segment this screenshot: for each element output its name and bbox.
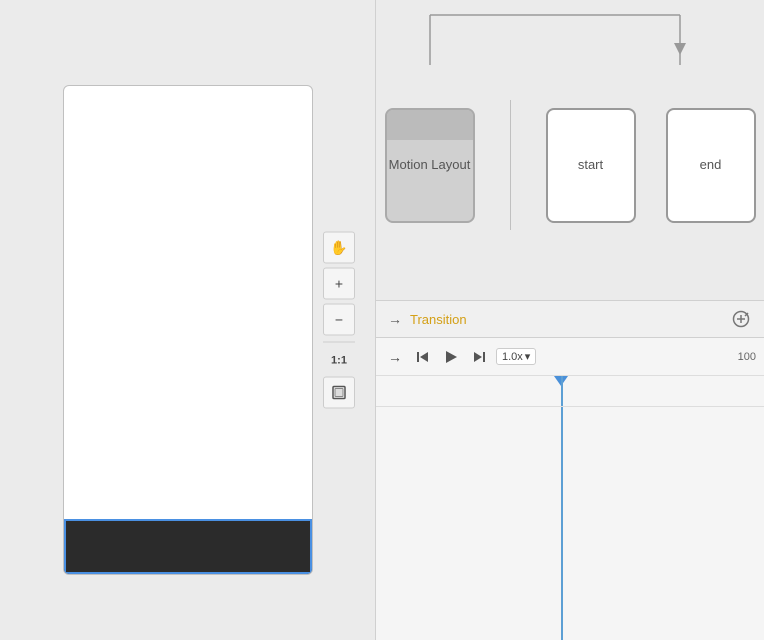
timeline-track: [376, 406, 764, 407]
connector-svg: [385, 0, 725, 75]
start-node[interactable]: start: [546, 108, 636, 223]
device-frame: [63, 85, 313, 575]
transition-label: Transition: [410, 312, 467, 327]
skip-forward-icon: [472, 350, 486, 364]
end-node[interactable]: end: [666, 108, 756, 223]
hand-tool-button[interactable]: ✋: [323, 232, 355, 264]
motion-layout-label: Motion Layout: [389, 156, 471, 174]
fit-screen-button[interactable]: [323, 377, 355, 409]
fit-screen-icon: [331, 385, 347, 401]
zoom-in-button[interactable]: +: [323, 268, 355, 300]
diagram-nodes: Motion Layout start end: [385, 100, 756, 230]
arrow-right-button[interactable]: →: [384, 346, 406, 368]
speed-chevron-icon: ▾: [525, 350, 531, 363]
play-icon: [444, 350, 458, 364]
motion-layout-node[interactable]: Motion Layout: [385, 108, 475, 223]
play-button[interactable]: [440, 346, 462, 368]
playback-bar: → 1.0x ▾ 100: [376, 338, 764, 376]
speed-value: 1.0x: [502, 351, 523, 363]
zoom-out-button[interactable]: −: [323, 304, 355, 336]
left-panel: 🔧 ✋ + − 1:1: [0, 0, 375, 640]
add-cycle-icon: [732, 310, 750, 328]
diagram-area: Motion Layout start end: [376, 0, 764, 300]
start-label: start: [578, 156, 603, 174]
node-divider: [510, 100, 511, 230]
speed-selector[interactable]: 1.0x ▾: [496, 348, 536, 365]
actual-size-label[interactable]: 1:1: [323, 349, 355, 373]
skip-forward-button[interactable]: [468, 346, 490, 368]
timeline-cursor: [561, 376, 563, 640]
transition-arrow-icon: →: [388, 311, 402, 327]
toolbar-divider: [323, 342, 355, 343]
toolbar: ✋ + − 1:1: [323, 232, 355, 409]
right-panel: Motion Layout start end → Transition: [376, 0, 764, 640]
add-transition-button[interactable]: [730, 308, 752, 330]
transition-header: → Transition: [376, 300, 764, 338]
end-label: end: [700, 156, 722, 174]
timeline-end-label: 100: [738, 351, 756, 363]
skip-back-button[interactable]: [412, 346, 434, 368]
skip-back-icon: [416, 350, 430, 364]
device-bottom-bar: [64, 519, 312, 574]
timeline-area[interactable]: [376, 376, 764, 640]
